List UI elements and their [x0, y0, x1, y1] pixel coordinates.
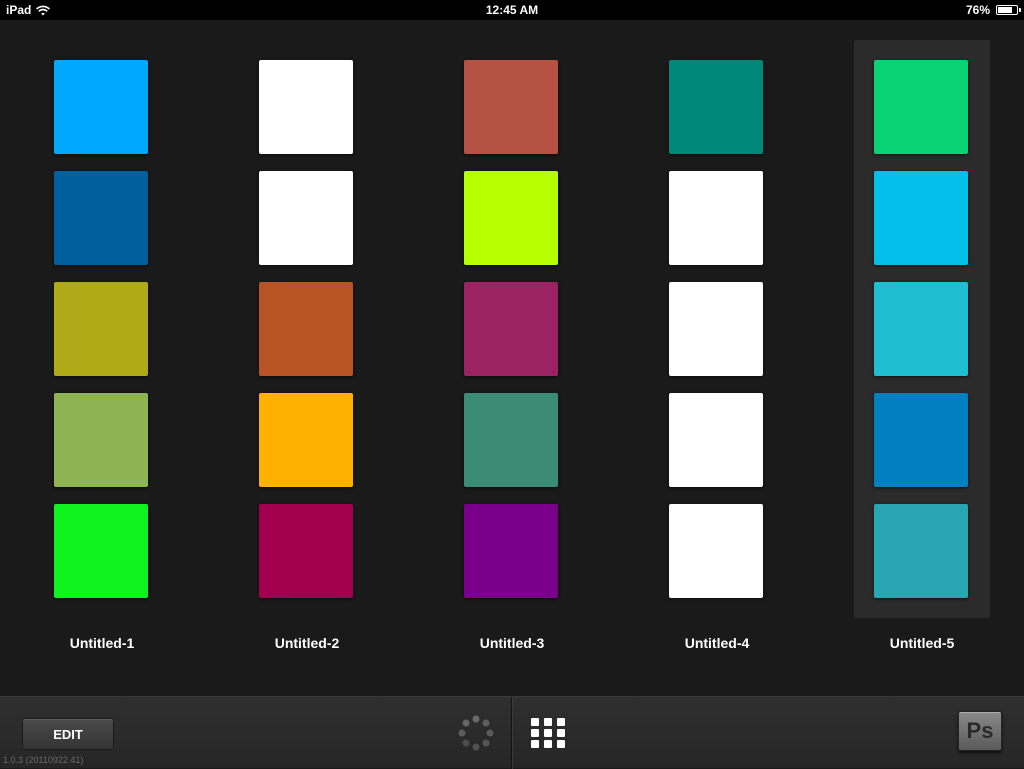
color-swatch [464, 504, 558, 598]
document-label[interactable]: Untitled-2 [239, 635, 375, 651]
color-swatch [874, 393, 968, 487]
color-swatch [669, 60, 763, 154]
document-thumbnail-1[interactable] [34, 40, 170, 618]
document-label[interactable]: Untitled-1 [34, 635, 170, 651]
battery-icon [996, 5, 1021, 15]
color-swatch [54, 60, 148, 154]
color-swatch [874, 504, 968, 598]
document-grid: Untitled-1 Untitled-2 Untitled-3 Untitled-4… [0, 20, 1024, 696]
color-swatch [464, 171, 558, 265]
color-swatch [464, 60, 558, 154]
edit-button[interactable]: EDIT [22, 718, 114, 750]
document-label[interactable]: Untitled-4 [649, 635, 785, 651]
color-swatch [54, 171, 148, 265]
color-swatch [54, 504, 148, 598]
color-swatch [874, 60, 968, 154]
battery-fill [998, 7, 1012, 13]
color-swatch [874, 282, 968, 376]
grid-view-icon[interactable] [531, 718, 567, 748]
document-thumbnail-3[interactable] [444, 40, 580, 618]
photoshop-logo-icon[interactable]: Ps [958, 711, 1002, 751]
bottom-toolbar: EDIT 1.0.3 (20110922.41) Ps [0, 696, 1024, 769]
color-swatch [874, 171, 968, 265]
status-bar: iPad 12:45 AM 76% [0, 0, 1024, 20]
color-swatch [259, 171, 353, 265]
color-swatch [669, 393, 763, 487]
color-swatch [464, 393, 558, 487]
color-swatch [259, 504, 353, 598]
color-swatch [669, 504, 763, 598]
document-label[interactable]: Untitled-3 [444, 635, 580, 651]
color-swatch [669, 282, 763, 376]
document-thumbnail-2[interactable] [239, 40, 375, 618]
color-swatch [259, 393, 353, 487]
toolbar-divider [511, 697, 512, 769]
status-time: 12:45 AM [485, 3, 539, 17]
version-label: 1.0.3 (20110922.41) [3, 755, 84, 765]
color-swatch [259, 60, 353, 154]
color-swatch [54, 393, 148, 487]
photoshop-logo-text: Ps [966, 718, 994, 743]
document-thumbnail-4[interactable] [649, 40, 785, 618]
color-swatch [54, 282, 148, 376]
document-label[interactable]: Untitled-5 [854, 635, 990, 651]
activity-spinner-icon [458, 715, 494, 751]
document-thumbnail-5[interactable] [854, 40, 990, 618]
color-swatch [464, 282, 558, 376]
status-right: 76% [965, 3, 1021, 17]
battery-percentage: 76% [965, 3, 990, 17]
color-swatch [259, 282, 353, 376]
color-swatch [669, 171, 763, 265]
